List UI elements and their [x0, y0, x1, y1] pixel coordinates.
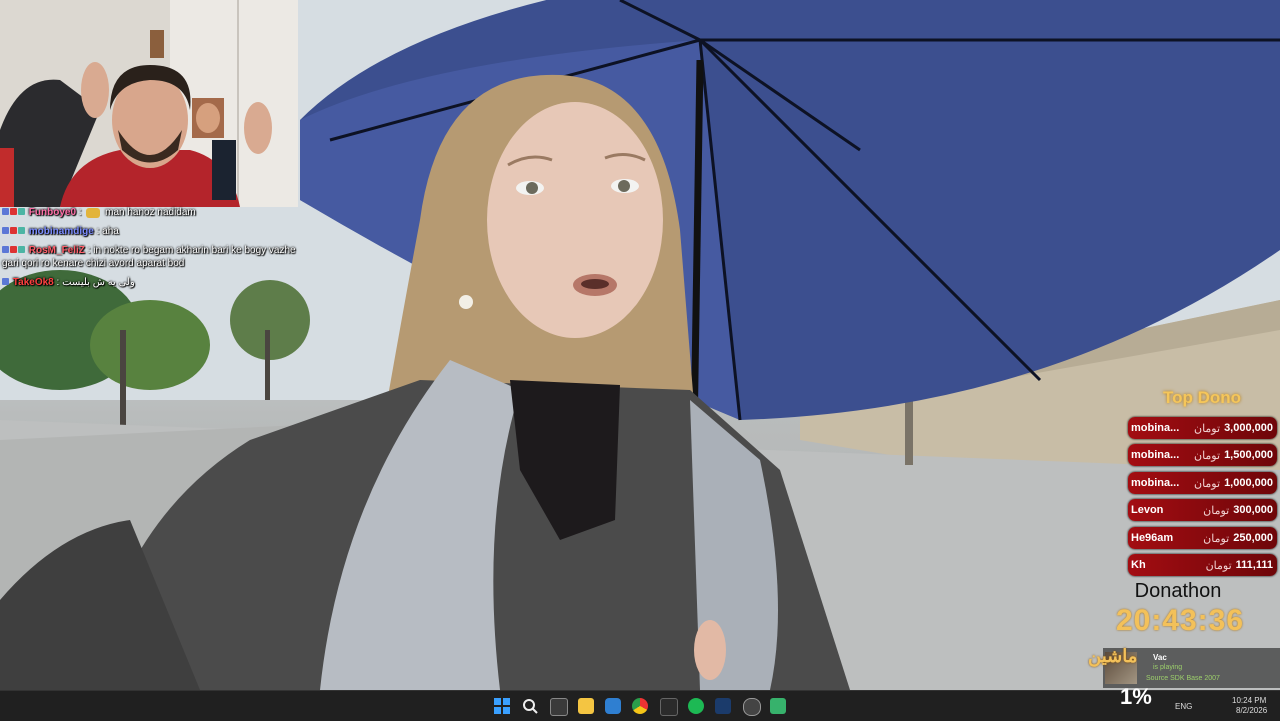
app-icon[interactable] [743, 698, 761, 716]
chat-message: mobinamdige : aha [2, 225, 302, 238]
dono-currency: تومان [1193, 422, 1221, 435]
chat-separator: : [87, 245, 91, 257]
spotify-icon[interactable] [688, 698, 704, 714]
windows-taskbar [0, 690, 1280, 721]
dono-name: mobina... [1131, 477, 1180, 489]
dono-currency: تومان [1193, 449, 1221, 462]
user-badges [2, 244, 26, 257]
chat-text: aha [102, 226, 119, 238]
dono-currency: تومان [1193, 477, 1221, 490]
donathon-timer: 20:43:36 [1115, 604, 1245, 637]
chat-username[interactable]: TakeOk8 [13, 278, 54, 289]
chat-separator: : [78, 207, 82, 219]
windows-start-icon[interactable] [494, 698, 510, 714]
vscode-icon[interactable] [605, 698, 621, 714]
feather-app-icon[interactable] [770, 698, 786, 714]
chat-separator: : [56, 277, 60, 289]
dono-amount: 3,000,000 [1224, 422, 1273, 434]
emote-icon [86, 207, 101, 218]
clock-time[interactable]: 10:24 PM [1232, 696, 1266, 705]
dono-name: Levon [1131, 504, 1164, 516]
webcam-illustration [0, 0, 298, 207]
now-playing-game: Source SDK Base 2007 [1146, 675, 1220, 682]
language-indicator[interactable]: ENG [1175, 702, 1192, 711]
dono-currency: تومان [1203, 532, 1230, 545]
chat-username[interactable]: RosM_FeliZ [29, 245, 85, 256]
epic-games-icon[interactable] [660, 698, 678, 716]
steam-icon[interactable] [715, 698, 731, 714]
dono-amount: 250,000 [1233, 532, 1273, 544]
dono-amount: 111,111 [1235, 559, 1273, 571]
search-icon[interactable] [522, 698, 538, 714]
dono-name: Kh [1131, 559, 1146, 571]
dono-amount: 300,000 [1233, 504, 1273, 516]
dono-amount: 1,000,000 [1224, 477, 1273, 489]
chat-message: TakeOk8 : ولی یه ش بلیست [2, 276, 302, 289]
chat-text: man hanoz nadidam [105, 207, 196, 219]
chrome-icon[interactable] [632, 698, 648, 714]
chat-text: ولی یه ش بلیست [62, 277, 135, 289]
tray-percent-display: 1% [1120, 684, 1152, 709]
user-badges [2, 276, 10, 289]
clock-date[interactable]: 8/2/2026 [1236, 706, 1267, 715]
top-dono-title: Top Dono [1162, 388, 1242, 407]
dono-amount: 1,500,000 [1224, 449, 1273, 461]
dono-name: He96am [1131, 532, 1174, 544]
dono-row: He96am تومان 250,000 [1128, 527, 1277, 549]
user-badges [2, 225, 26, 238]
dono-name: mobina... [1131, 449, 1180, 461]
user-badges [2, 206, 26, 219]
file-explorer-icon[interactable] [578, 698, 594, 714]
chat-separator: : [96, 226, 100, 238]
chat-overlay: Funboye0 : man hanoz nadidam mobinamdige… [2, 206, 302, 296]
chat-username[interactable]: Funboye0 [29, 207, 76, 218]
donathon-title: Donathon [1134, 580, 1222, 602]
dono-row: mobina... تومان 3,000,000 [1128, 417, 1277, 439]
dono-row: Levon تومان 300,000 [1128, 499, 1277, 521]
dono-name: mobina... [1131, 422, 1180, 434]
now-playing-arabic-label: ماشين [1088, 646, 1138, 666]
chat-message: Funboye0 : man hanoz nadidam [2, 206, 302, 219]
task-view-icon[interactable] [550, 698, 568, 716]
chat-username[interactable]: mobinamdige [29, 226, 94, 237]
chat-message: RosM_FeliZ : in nokte ro begam akharin b… [2, 244, 302, 270]
dono-row: mobina... تومان 1,500,000 [1128, 444, 1277, 466]
dono-row: Kh تومان 111,111 [1128, 554, 1277, 576]
dono-currency: تومان [1203, 504, 1230, 517]
now-playing-status: is playing [1153, 664, 1183, 671]
dono-currency: تومان [1205, 559, 1232, 572]
now-playing-user: Vac [1153, 653, 1167, 662]
dono-row: mobina... تومان 1,000,000 [1128, 472, 1277, 494]
streamer-webcam [0, 0, 298, 207]
